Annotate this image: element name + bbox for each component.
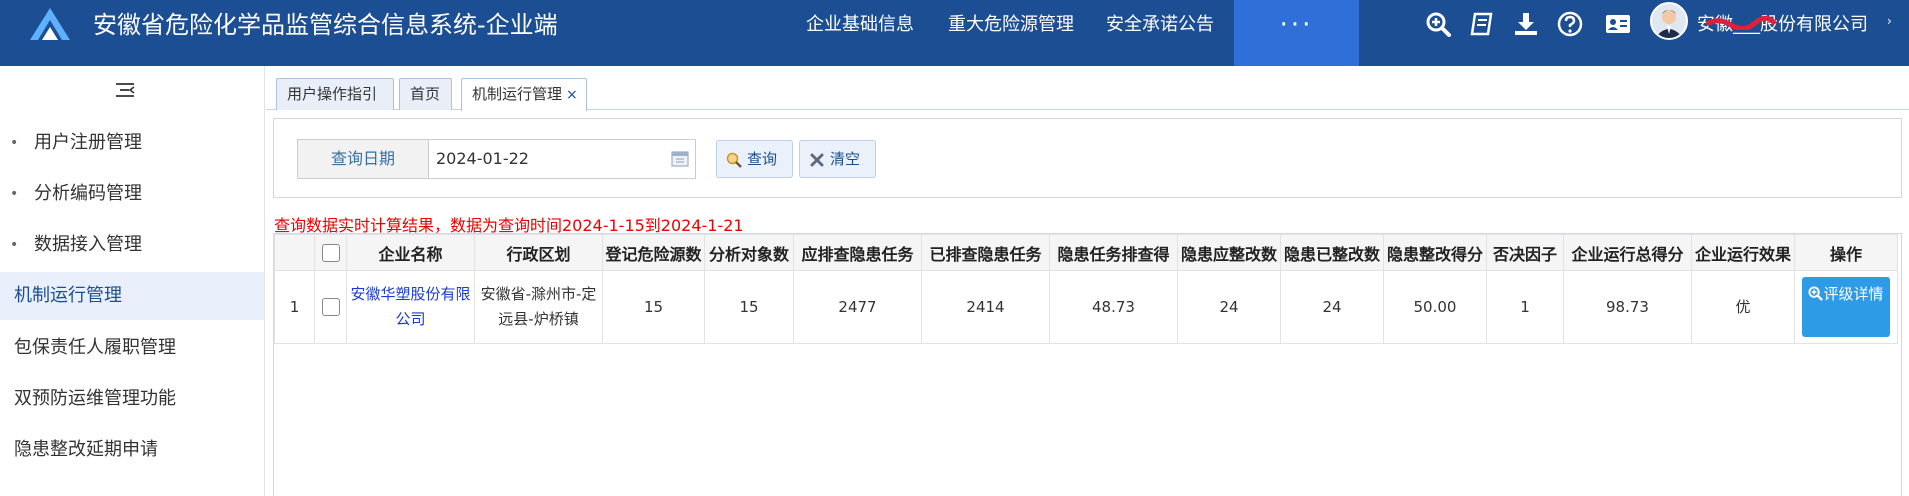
table-cell: 15 <box>704 270 794 344</box>
select-all-checkbox[interactable] <box>321 244 340 263</box>
sidebar-item-responsibility[interactable]: 包保责任人履职管理 <box>0 324 264 372</box>
column-header[interactable]: 企业名称 <box>346 234 475 271</box>
column-header[interactable]: 分析对象数 <box>704 234 794 271</box>
help-icon[interactable] <box>1556 10 1584 38</box>
redaction-scribble-icon <box>1705 16 1777 30</box>
row-checkbox[interactable] <box>321 298 340 316</box>
rating-detail-label: 评级详情 <box>1823 285 1884 303</box>
table-cell: 50.00 <box>1383 270 1487 344</box>
result-table: 企业名称 行政区划 登记危险源数 分析对象数 应排查隐患任务 已排查隐患任务 隐… <box>274 234 1898 344</box>
date-input[interactable]: 2024-01-22 <box>436 140 529 178</box>
data-grid: 企业名称 行政区划 登记危险源数 分析对象数 应排查隐患任务 已排查隐患任务 隐… <box>273 233 1902 496</box>
column-header[interactable]: 隐患整改得分 <box>1383 234 1487 271</box>
sidebar-item-hazard-extension[interactable]: 隐患整改延期申请 <box>0 426 264 474</box>
zoom-in-icon <box>1808 286 1824 301</box>
table-cell: 1 <box>1486 270 1564 344</box>
tab-mechanism-operation[interactable]: 机制运行管理 × <box>461 78 587 111</box>
book-icon[interactable] <box>1468 10 1496 38</box>
column-header[interactable]: 行政区划 <box>474 234 603 271</box>
column-header[interactable]: 已排查隐患任务 <box>921 234 1050 271</box>
table-cell: 优 <box>1691 270 1795 344</box>
menu-collapse-icon[interactable] <box>115 82 135 98</box>
column-header-select <box>314 234 347 271</box>
sidebar-item-label: 用户注册管理 <box>34 132 142 153</box>
top-bar: 安徽省危险化学品监管综合信息系统-企业端 企业基础信息 重大危险源管理 安全承诺… <box>0 0 1909 66</box>
region-cell: 安徽省-滁州市-定远县-炉桥镇 <box>474 270 603 344</box>
zoom-in-icon[interactable] <box>1424 10 1452 38</box>
sidebar-item-label: 双预防运维管理功能 <box>14 388 176 409</box>
sidebar-item-label: 机制运行管理 <box>14 285 122 306</box>
more-label: ··· <box>1279 10 1314 40</box>
table-cell: 2414 <box>921 270 1050 344</box>
enterprise-name-link[interactable]: 安徽华塑股份有限公司 <box>350 285 470 328</box>
column-header[interactable]: 隐患任务排查得 <box>1049 234 1178 271</box>
more-menu-button[interactable]: ··· <box>1234 0 1359 66</box>
nav-safety-commitment[interactable]: 安全承诺公告 <box>1106 0 1214 50</box>
row-index: 1 <box>274 270 315 344</box>
tab-home[interactable]: 首页 <box>399 78 452 110</box>
clear-button[interactable]: 清空 <box>799 140 876 178</box>
download-icon[interactable] <box>1512 10 1540 38</box>
table-header-row: 企业名称 行政区划 登记危险源数 分析对象数 应排查隐患任务 已排查隐患任务 隐… <box>274 234 1898 271</box>
close-icon[interactable]: × <box>566 87 578 103</box>
date-label: 查询日期 <box>298 140 429 178</box>
id-card-icon[interactable] <box>1604 10 1632 38</box>
row-select-cell <box>314 270 347 344</box>
column-header[interactable]: 登记危险源数 <box>602 234 705 271</box>
tab-bar: 用户操作指引 首页 机制运行管理 × <box>266 66 1909 111</box>
tab-user-guide[interactable]: 用户操作指引 <box>276 78 394 110</box>
query-button[interactable]: 查询 <box>716 140 793 178</box>
avatar[interactable] <box>1650 2 1688 40</box>
search-icon <box>726 152 742 168</box>
bullet: • <box>10 237 19 253</box>
table-cell: 15 <box>602 270 705 344</box>
sidebar: • 用户注册管理 • 分析编码管理 • 数据接入管理 机制运行管理 包保责任人履… <box>0 66 265 496</box>
user-avatar-icon <box>1652 4 1686 38</box>
column-header[interactable]: 企业运行总得分 <box>1563 234 1692 271</box>
search-panel: 查询日期 2024-01-22 查询 清空 <box>273 118 1902 198</box>
column-header[interactable]: 企业运行效果 <box>1691 234 1795 271</box>
bullet: • <box>10 186 19 202</box>
query-button-label: 查询 <box>747 150 778 168</box>
tab-label: 首页 <box>410 85 441 103</box>
bullet: • <box>10 135 19 151</box>
column-header: 操作 <box>1794 234 1898 271</box>
sidebar-item-label: 数据接入管理 <box>34 234 142 255</box>
table-cell: 98.73 <box>1563 270 1692 344</box>
nav-major-hazard[interactable]: 重大危险源管理 <box>948 0 1074 50</box>
sidebar-item-label: 分析编码管理 <box>34 183 142 204</box>
column-header[interactable]: 否决因子 <box>1486 234 1564 271</box>
sidebar-item-label: 隐患整改延期申请 <box>14 439 158 460</box>
rating-detail-button[interactable]: 评级详情 <box>1802 277 1890 337</box>
column-header[interactable]: 隐患应整改数 <box>1177 234 1281 271</box>
nav-enterprise-info[interactable]: 企业基础信息 <box>806 0 914 50</box>
table-cell: 24 <box>1280 270 1384 344</box>
clear-button-label: 清空 <box>830 150 861 168</box>
clear-icon <box>810 153 824 167</box>
action-cell: 评级详情 <box>1794 270 1898 344</box>
column-header[interactable]: 应排查隐患任务 <box>793 234 922 271</box>
app-title: 安徽省危险化学品监管综合信息系统-企业端 <box>93 11 558 39</box>
logo-icon <box>30 8 70 40</box>
column-header[interactable]: 隐患已整改数 <box>1280 234 1384 271</box>
sidebar-item-analysis-code[interactable]: • 分析编码管理 <box>0 170 264 218</box>
table-row: 1 安徽华塑股份有限公司 安徽省-滁州市-定远县-炉桥镇 15 15 2477 … <box>274 270 1898 344</box>
table-cell: 2477 <box>793 270 922 344</box>
enterprise-name-cell: 安徽华塑股份有限公司 <box>346 270 475 344</box>
table-cell: 48.73 <box>1049 270 1178 344</box>
sidebar-item-user-registration[interactable]: • 用户注册管理 <box>0 119 264 167</box>
chevron-right-icon[interactable]: › <box>1887 14 1892 28</box>
tab-label: 用户操作指引 <box>287 85 378 103</box>
date-field[interactable]: 查询日期 2024-01-22 <box>297 139 696 179</box>
sidebar-item-data-access[interactable]: • 数据接入管理 <box>0 221 264 269</box>
column-header-index <box>274 234 315 271</box>
sidebar-item-label: 包保责任人履职管理 <box>14 337 176 358</box>
calendar-icon[interactable] <box>671 150 689 167</box>
sidebar-item-mechanism-operation[interactable]: 机制运行管理 <box>0 272 264 320</box>
sidebar-item-dual-prevention[interactable]: 双预防运维管理功能 <box>0 375 264 423</box>
table-cell: 24 <box>1177 270 1281 344</box>
tab-label: 机制运行管理 <box>472 85 563 103</box>
